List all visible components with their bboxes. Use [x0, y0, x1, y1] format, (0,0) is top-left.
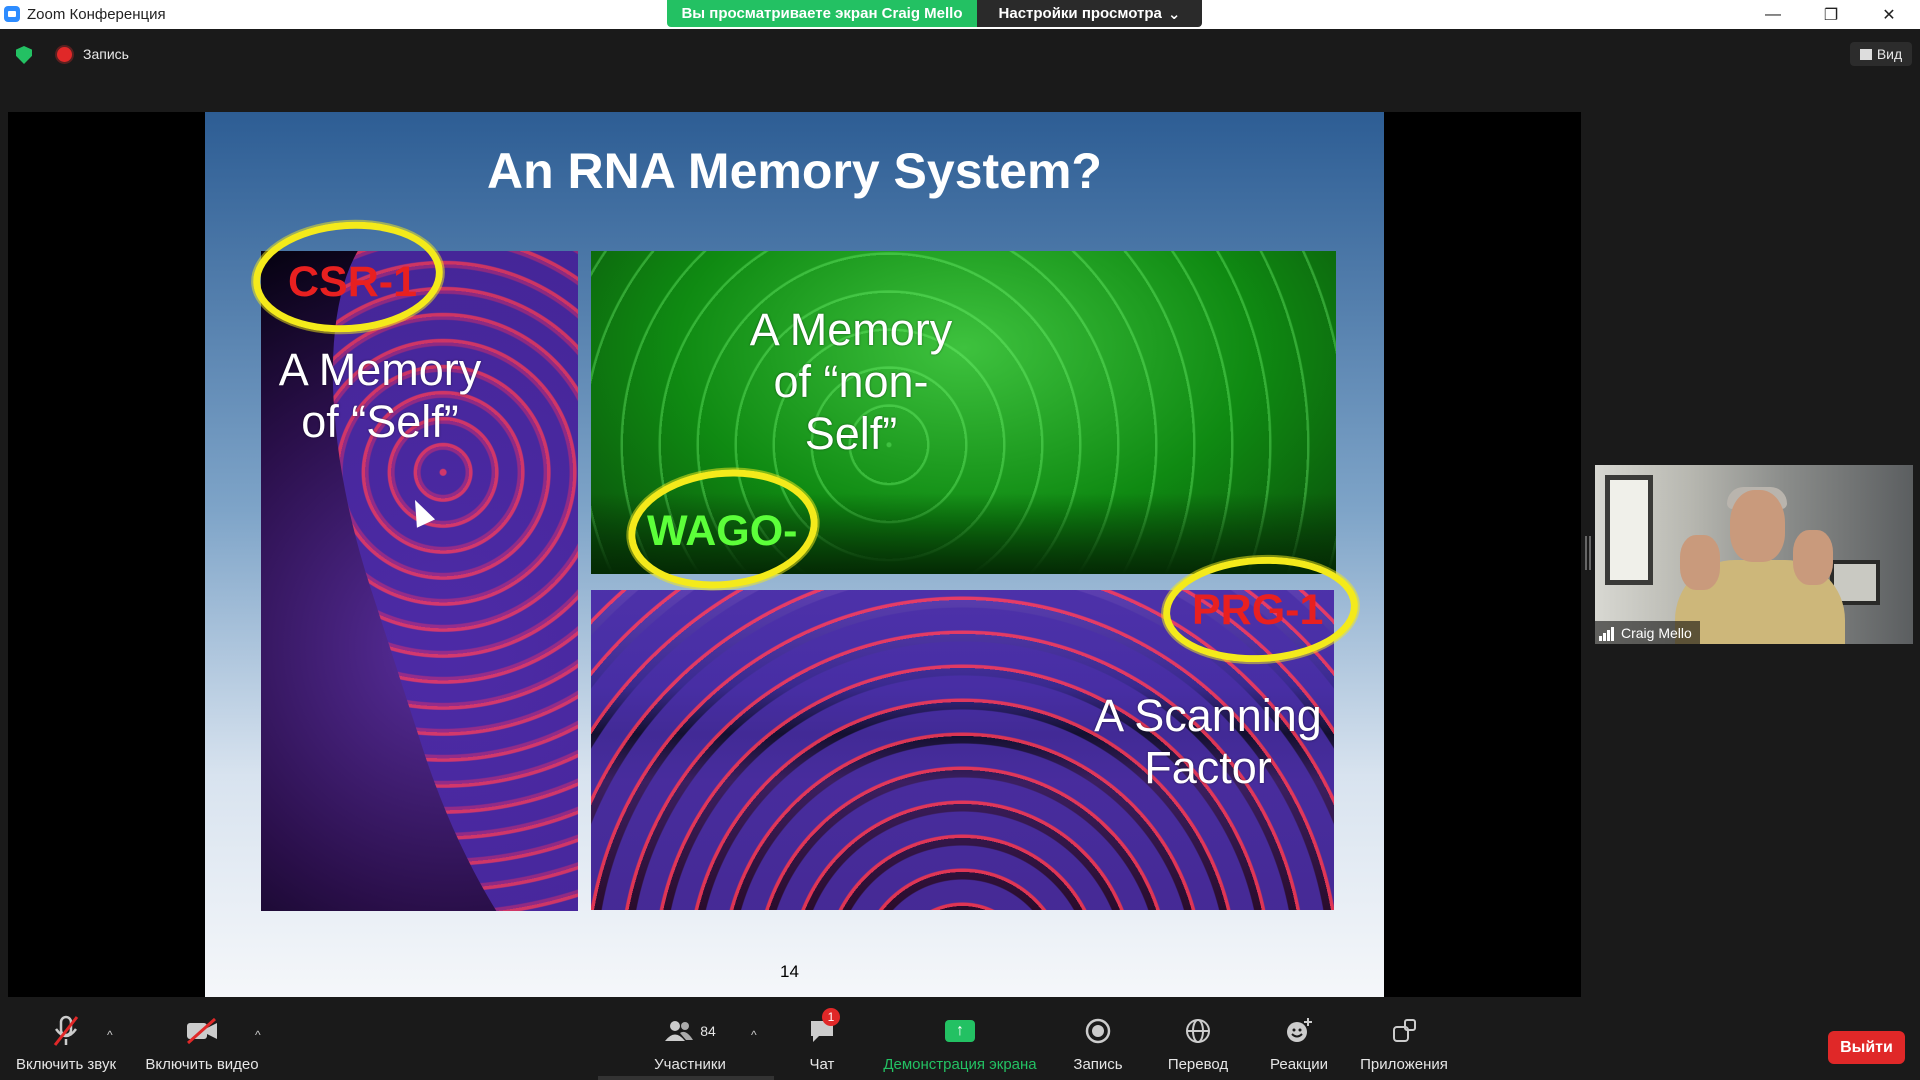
share-screen-icon: ↑: [880, 1014, 1040, 1048]
self-text-line1: A Memory: [278, 344, 482, 395]
chat-icon: 1: [799, 1008, 845, 1048]
minimize-button[interactable]: —: [1744, 0, 1802, 29]
record-icon: [1066, 1014, 1130, 1048]
participants-options-caret[interactable]: ^: [751, 1028, 757, 1042]
self-memory-text: A Memory of “Self”: [265, 344, 495, 448]
participants-icon: 84: [640, 1014, 740, 1048]
nonself-text-line2: of “non-: [773, 355, 929, 407]
nonself-text-line3: Self”: [804, 407, 898, 459]
view-layout-button[interactable]: Вид: [1850, 42, 1912, 66]
signal-strength-icon: [1599, 625, 1615, 641]
csr1-label: CSR-1: [288, 258, 418, 306]
unmute-label: Включить звук: [15, 1056, 117, 1073]
chat-label: Чат: [809, 1056, 835, 1073]
participant-head: [1730, 490, 1785, 562]
restore-button[interactable]: ❐: [1802, 0, 1860, 29]
meeting-top-bar: [0, 29, 1920, 109]
prg1-label: PRG-1: [1192, 586, 1324, 634]
close-window-button[interactable]: ✕: [1860, 0, 1918, 29]
participant-name: Craig Mello: [1621, 624, 1692, 641]
participants-count: 84: [700, 1023, 716, 1039]
globe-icon: [1162, 1014, 1234, 1048]
minimize-icon: —: [1765, 5, 1781, 23]
leave-meeting-button[interactable]: Выйти: [1828, 1031, 1905, 1064]
nonself-memory-text: A Memory of “non- Self”: [721, 304, 981, 459]
apps-button[interactable]: Приложения: [1357, 1014, 1451, 1073]
translate-button[interactable]: Перевод: [1162, 1014, 1234, 1073]
participant-hand: [1793, 530, 1833, 585]
reactions-label: Реакции: [1270, 1056, 1328, 1073]
wago-label: WAGO-: [647, 507, 798, 555]
scanning-text-line1: A Scanning: [1094, 690, 1322, 741]
recording-indicator-icon: [57, 47, 72, 62]
slide-page-number: 14: [780, 962, 799, 981]
participants-button[interactable]: 84 Участники: [640, 1014, 740, 1073]
chevron-down-icon: ⌄: [1167, 5, 1181, 23]
audio-options-caret[interactable]: ^: [107, 1028, 113, 1042]
view-options-label: Настройки просмотра: [998, 5, 1162, 22]
video-options-caret[interactable]: ^: [255, 1028, 261, 1042]
grid-icon: [1859, 48, 1872, 60]
participants-underline: [598, 1076, 774, 1080]
presentation-slide: An RNA Memory System? CSR-1 A Memory of …: [205, 112, 1384, 997]
unmute-button[interactable]: Включить звук: [12, 1014, 120, 1073]
start-video-label: Включить видео: [145, 1056, 259, 1073]
viewing-screen-notice: Вы просматриваете экран Craig Mello: [667, 0, 977, 27]
panel-resize-handle[interactable]: [1585, 536, 1591, 570]
close-icon: ✕: [1882, 6, 1896, 24]
start-video-button[interactable]: Включить видео: [140, 1014, 264, 1073]
window-title: Zoom Конференция: [27, 6, 166, 23]
zoom-app-icon: [4, 6, 20, 22]
view-options-dropdown[interactable]: Настройки просмотра ⌄: [977, 0, 1202, 27]
self-text-line2: of “Self”: [301, 395, 459, 447]
wall-frame: [1605, 475, 1653, 585]
record-label: Запись: [1073, 1056, 1123, 1073]
participants-label: Участники: [654, 1056, 726, 1073]
translate-label: Перевод: [1167, 1056, 1229, 1073]
apps-label: Приложения: [1360, 1056, 1448, 1073]
share-banner: Вы просматриваете экран Craig Mello Наст…: [667, 0, 1202, 27]
chat-button[interactable]: 1 Чат: [799, 1008, 845, 1073]
share-screen-button[interactable]: ↑ Демонстрация экрана: [880, 1014, 1040, 1073]
share-screen-label: Демонстрация экрана: [883, 1056, 1037, 1073]
chat-unread-badge: 1: [822, 1008, 840, 1026]
apps-icon: [1357, 1014, 1451, 1048]
scanning-factor-text: A Scanning Factor: [1073, 690, 1343, 794]
recording-label: Запись: [83, 46, 129, 62]
restore-icon: ❐: [1823, 6, 1839, 24]
video-off-icon: [140, 1014, 264, 1048]
nonself-text-line1: A Memory: [749, 304, 953, 355]
muted-microphone-icon: [12, 1014, 120, 1048]
view-button-label: Вид: [1876, 46, 1903, 62]
reactions-smiley-icon: [1264, 1014, 1334, 1048]
slide-title: An RNA Memory System?: [487, 143, 1102, 199]
scanning-text-line2: Factor: [1144, 741, 1272, 793]
participant-name-tag: Craig Mello: [1595, 621, 1700, 644]
participant-hand: [1680, 535, 1720, 590]
record-button[interactable]: Запись: [1066, 1014, 1130, 1073]
reactions-button[interactable]: Реакции: [1264, 1014, 1334, 1073]
participant-video-tile[interactable]: Craig Mello: [1595, 465, 1913, 644]
